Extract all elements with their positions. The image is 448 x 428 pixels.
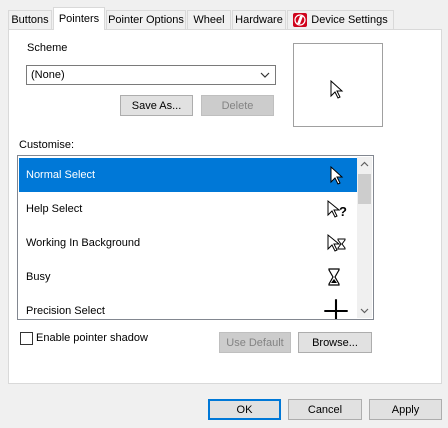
cursor-list[interactable]: Normal Select Help Select ? Working In B…: [17, 155, 374, 320]
chevron-down-icon: [360, 308, 369, 314]
help-cursor-icon: ?: [327, 199, 347, 219]
list-item-label: Busy: [26, 271, 51, 283]
save-as-button[interactable]: Save As...: [120, 95, 193, 116]
cursor-preview: [293, 43, 383, 127]
crosshair-icon: [324, 299, 348, 319]
scroll-down-arrow[interactable]: [357, 303, 372, 318]
scheme-selected-value: (None): [31, 69, 65, 81]
customise-label: Customise:: [19, 139, 75, 151]
working-cursor-icon: [327, 233, 346, 252]
pointer-shadow-label[interactable]: Enable pointer shadow: [36, 332, 148, 344]
chevron-down-icon: [260, 72, 270, 78]
scroll-up-arrow[interactable]: [357, 157, 372, 172]
list-item[interactable]: Busy: [19, 260, 359, 294]
list-item-label: Working In Background: [26, 237, 141, 249]
hourglass-icon: [328, 268, 340, 286]
list-item[interactable]: Normal Select: [19, 158, 359, 192]
scheme-select[interactable]: (None): [26, 65, 276, 85]
scroll-thumb[interactable]: [358, 174, 371, 204]
list-item[interactable]: Working In Background: [19, 226, 359, 260]
browse-label: Browse...: [312, 336, 358, 349]
arrow-cursor-icon: [330, 165, 344, 185]
save-as-label: Save As...: [131, 99, 182, 112]
list-item-label: Precision Select: [26, 305, 105, 317]
use-default-label: Use Default: [226, 336, 284, 349]
scheme-label: Scheme: [27, 42, 68, 54]
chevron-up-icon: [360, 161, 369, 167]
use-default-button[interactable]: Use Default: [219, 332, 291, 353]
delete-button[interactable]: Delete: [201, 95, 274, 116]
browse-button[interactable]: Browse...: [298, 332, 372, 353]
arrow-cursor-icon: [330, 80, 344, 99]
list-item[interactable]: Precision Select: [19, 294, 359, 319]
list-item[interactable]: Help Select ?: [19, 192, 359, 226]
list-item-label: Normal Select: [26, 169, 96, 181]
list-scrollbar[interactable]: [357, 157, 372, 318]
svg-text:?: ?: [339, 204, 347, 219]
list-item-label: Help Select: [26, 203, 83, 215]
delete-label: Delete: [221, 99, 254, 112]
pointer-shadow-checkbox[interactable]: [20, 332, 33, 345]
